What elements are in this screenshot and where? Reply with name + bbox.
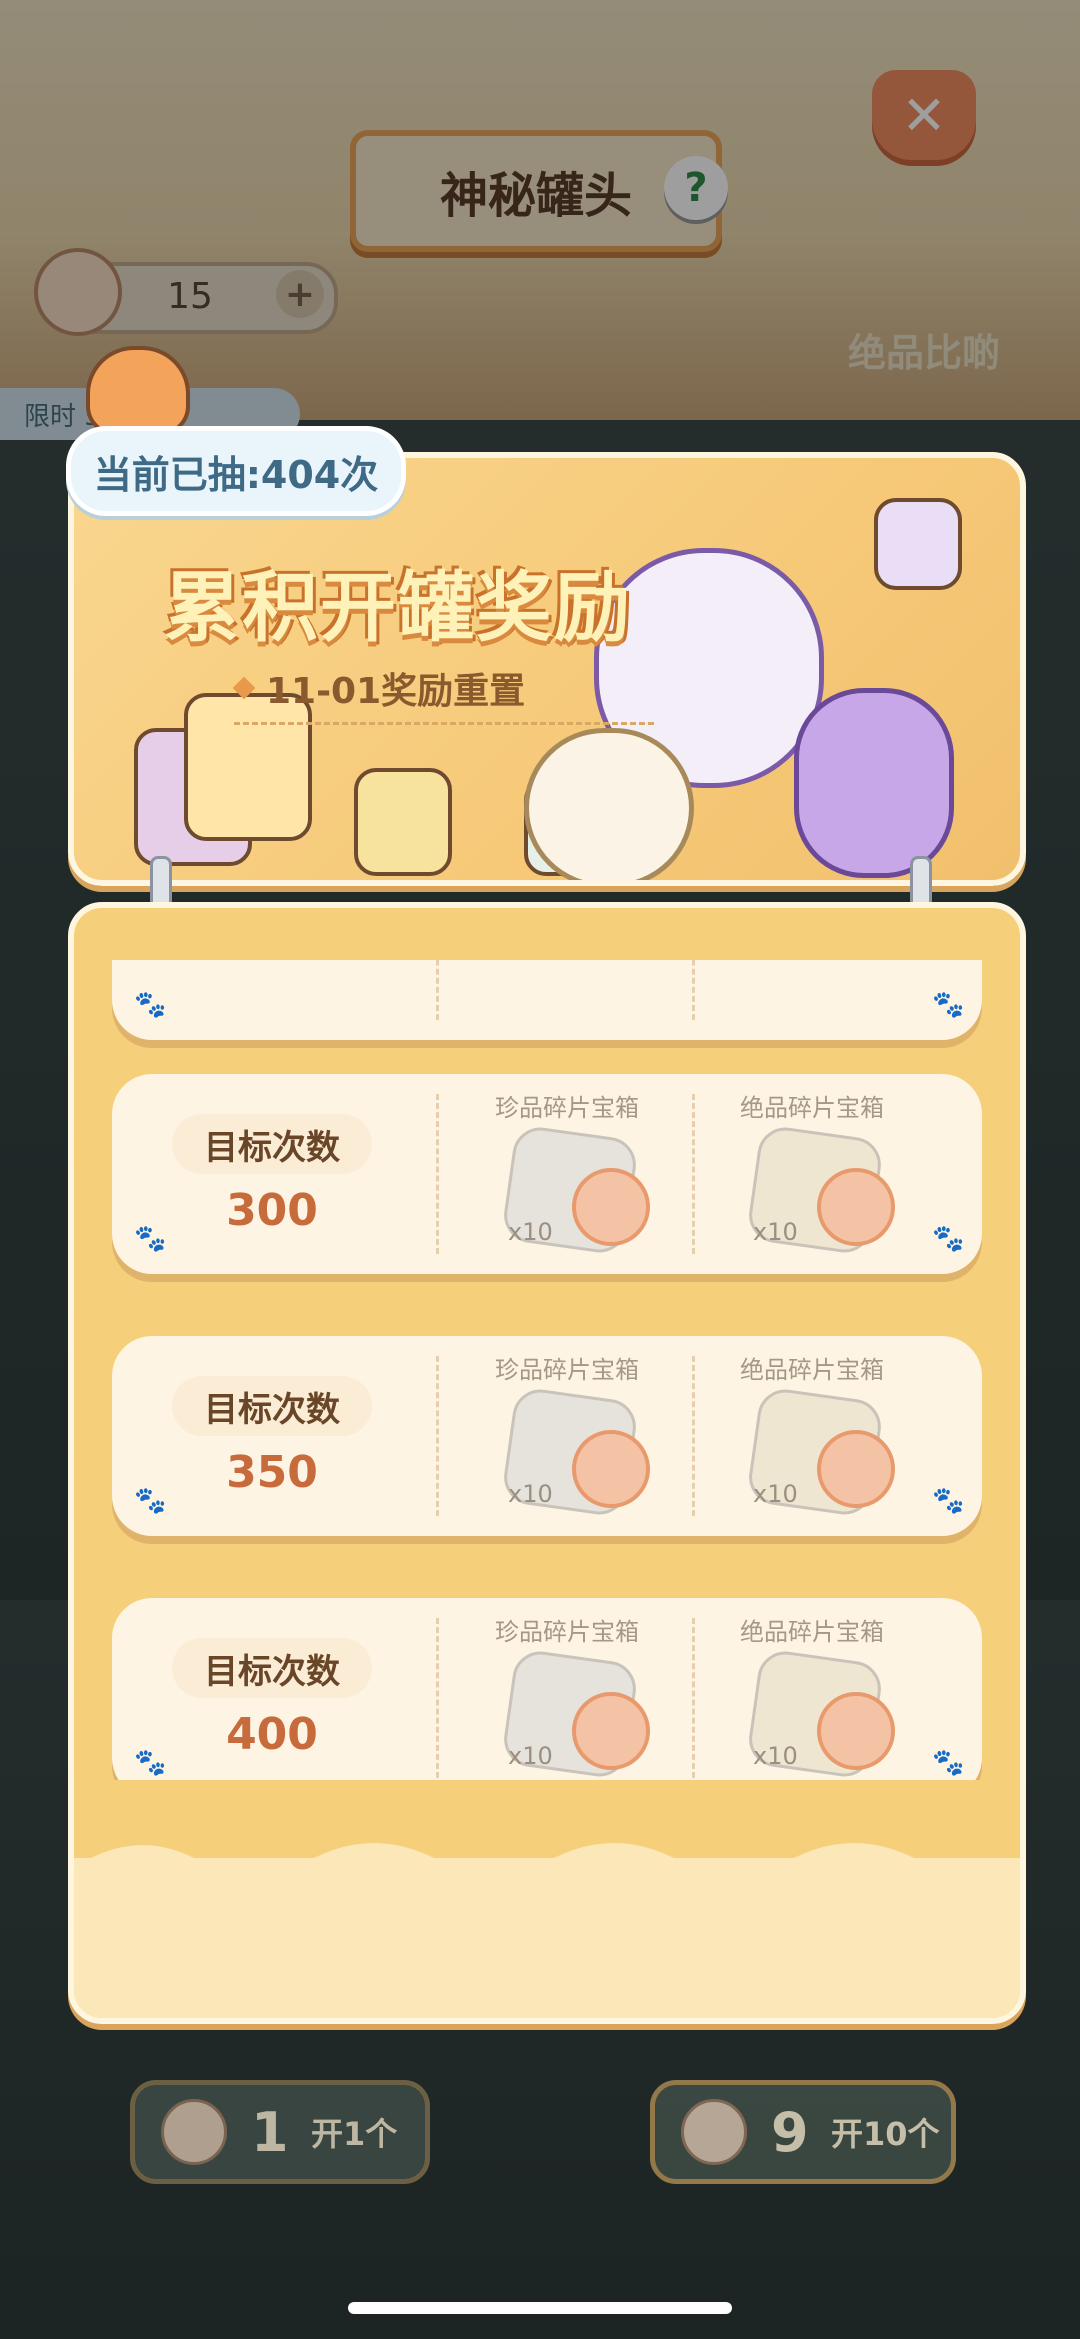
paw-stamp-icon [572, 1692, 650, 1770]
box-name: 珍品碎片宝箱 [495, 1094, 639, 1122]
paw-stamp-icon [817, 1168, 895, 1246]
treasure-box-reward[interactable]: 绝品碎片宝箱 x10 [697, 1612, 927, 1780]
cat-paw-ticket-icon [161, 2099, 227, 2165]
open-1-cost: 1 [251, 2100, 289, 2164]
paw-stamp-icon [572, 1430, 650, 1508]
target-count-label: 目标次数 [172, 1114, 372, 1174]
cat-mascot-icon [86, 346, 190, 436]
treasure-box-reward[interactable]: 绝品碎片宝箱 x10 [697, 1088, 927, 1268]
target-count-value: 400 [226, 1708, 318, 1760]
can-icon [874, 498, 962, 590]
home-indicator[interactable] [348, 2302, 732, 2314]
treasure-box-reward[interactable]: 珍品碎片宝箱 x10 [452, 1088, 682, 1268]
box-quantity: x10 [508, 1218, 553, 1246]
open-10-label: 开10个 [831, 2115, 940, 2153]
can-icon [354, 768, 452, 876]
reward-card: 目标次数 400 珍品碎片宝箱 x10 绝品碎片宝箱 x10 🐾 🐾 [112, 1598, 982, 1780]
mascot-cream-illustration [524, 728, 694, 880]
box-quantity: x10 [753, 1742, 798, 1770]
paw-icon: 🐾 [134, 1224, 167, 1254]
paw-icon: 🐾 [932, 1748, 965, 1778]
draw-count-badge: 当前已抽:404次 [66, 426, 406, 516]
open-10-cost: 9 [771, 2100, 809, 2164]
panel-footer-area [74, 1858, 1020, 2018]
box-name: 珍品碎片宝箱 [495, 1356, 639, 1384]
box-quantity: x10 [508, 1742, 553, 1770]
open-10-button[interactable]: 9 开10个 [650, 2080, 956, 2184]
paw-icon: 🐾 [134, 990, 167, 1020]
box-name: 绝品碎片宝箱 [740, 1094, 884, 1122]
reward-card: 目标次数 350 珍品碎片宝箱 x10 绝品碎片宝箱 x10 🐾 🐾 [112, 1336, 982, 1536]
reset-date-text: 11-01奖励重置 [226, 658, 666, 718]
target-count-value: 300 [226, 1184, 318, 1236]
open-1-label: 开1个 [311, 2115, 398, 2153]
treasure-box-reward[interactable]: 珍品碎片宝箱 x10 [452, 1612, 682, 1780]
mascot-violet-illustration [794, 688, 954, 878]
divider [436, 1356, 439, 1516]
box-name: 绝品碎片宝箱 [740, 1618, 884, 1646]
open-1-button[interactable]: 1 开1个 [130, 2080, 430, 2184]
target-count-value: 350 [226, 1446, 318, 1498]
paw-icon: 🐾 [134, 1748, 167, 1778]
paw-stamp-icon [817, 1430, 895, 1508]
box-name: 绝品碎片宝箱 [740, 1356, 884, 1384]
treasure-box-reward[interactable]: 绝品碎片宝箱 x10 [697, 1350, 927, 1530]
divider [692, 960, 695, 1020]
divider [692, 1618, 695, 1778]
target-count-label: 目标次数 [172, 1376, 372, 1436]
paw-stamp-icon [817, 1692, 895, 1770]
paw-stamp-icon [572, 1168, 650, 1246]
box-quantity: x10 [508, 1480, 553, 1508]
paw-icon: 🐾 [932, 1486, 965, 1516]
divider [436, 1618, 439, 1778]
reward-banner: 累积开罐奖励 11-01奖励重置 [68, 452, 1026, 886]
reset-date-label: 11-01奖励重置 [266, 671, 526, 712]
box-name: 珍品碎片宝箱 [495, 1618, 639, 1646]
paw-icon: 🐾 [932, 1224, 965, 1254]
reward-card: 目标次数 300 珍品碎片宝箱 x10 绝品碎片宝箱 x10 🐾 🐾 [112, 1074, 982, 1274]
treasure-box-reward[interactable]: 珍品碎片宝箱 x10 [452, 1350, 682, 1530]
divider [234, 722, 654, 725]
divider [692, 1356, 695, 1516]
divider [692, 1094, 695, 1254]
box-quantity: x10 [753, 1480, 798, 1508]
paw-icon: 🐾 [932, 990, 965, 1020]
reward-list-panel: 🐾 🐾 目标次数 300 珍品碎片宝箱 x10 绝品碎片宝箱 x10 🐾 🐾 目… [68, 902, 1026, 2024]
divider [436, 1094, 439, 1254]
reward-card-partial: 🐾 🐾 [112, 960, 982, 1040]
box-quantity: x10 [753, 1218, 798, 1246]
reward-list[interactable]: 🐾 🐾 目标次数 300 珍品碎片宝箱 x10 绝品碎片宝箱 x10 🐾 🐾 目… [74, 960, 1020, 1780]
banner-title: 累积开罐奖励 [164, 563, 632, 652]
divider [436, 960, 439, 1020]
target-count-label: 目标次数 [172, 1638, 372, 1698]
paw-icon: 🐾 [134, 1486, 167, 1516]
cat-paw-ticket-icon [681, 2099, 747, 2165]
